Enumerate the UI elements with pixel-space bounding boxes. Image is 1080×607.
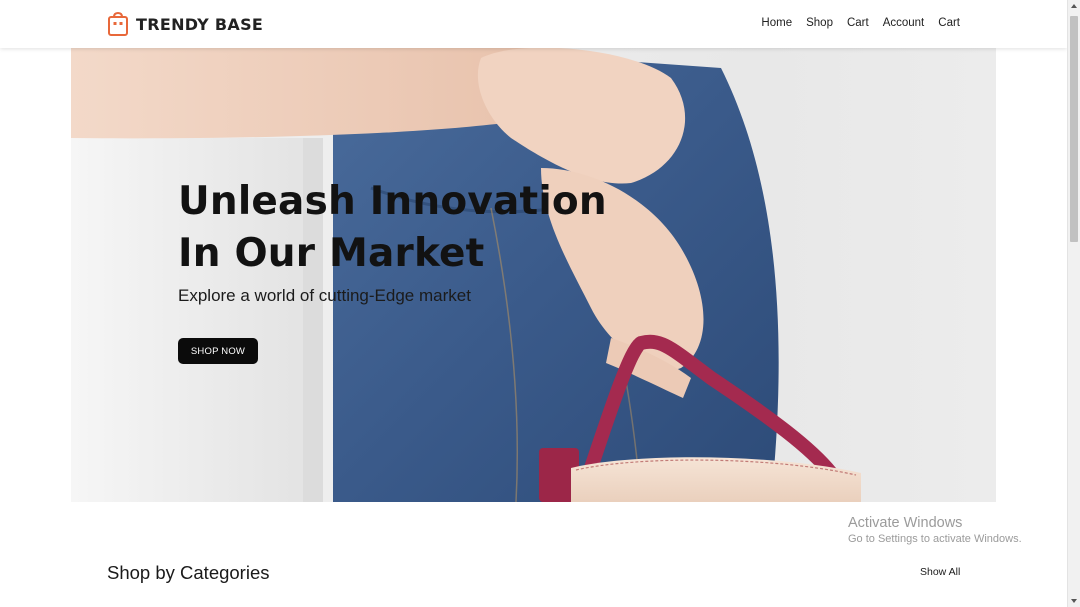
scroll-up-arrow-icon[interactable]	[1071, 4, 1077, 8]
hero-title-line-1: Unleash Innovation	[178, 179, 607, 224]
hero-subtitle: Explore a world of cutting-Edge market	[178, 286, 471, 305]
hero-title: Unleash Innovation In Our Market	[178, 176, 607, 280]
show-all-link[interactable]: Show All	[920, 566, 960, 578]
nav-home[interactable]: Home	[761, 17, 792, 29]
nav-shop[interactable]: Shop	[806, 17, 833, 29]
nav-cart[interactable]: Cart	[847, 17, 869, 29]
main-nav: Home Shop Cart Account Cart	[761, 17, 960, 29]
windows-activation-watermark: Activate Windows Go to Settings to activ…	[848, 515, 1022, 545]
scroll-down-arrow-icon[interactable]	[1071, 599, 1077, 603]
shopping-bag-icon	[108, 12, 128, 36]
shop-now-button[interactable]: SHOP NOW	[178, 338, 258, 364]
watermark-subtitle: Go to Settings to activate Windows.	[848, 533, 1022, 545]
brand[interactable]: TRENDY BASE	[107, 12, 263, 36]
watermark-title: Activate Windows	[848, 515, 963, 531]
page: TRENDY BASE Home Shop Cart Account Cart	[0, 0, 1080, 607]
brand-name: TRENDY BASE	[136, 14, 264, 34]
hero-banner: Unleash Innovation In Our Market Explore…	[71, 48, 996, 502]
scroll-thumb[interactable]	[1070, 16, 1078, 242]
categories-title: Shop by Categories	[107, 562, 270, 583]
site-header: TRENDY BASE Home Shop Cart Account Cart	[0, 0, 1067, 48]
nav-account[interactable]: Account	[883, 17, 925, 29]
page-scrollbar[interactable]	[1067, 0, 1080, 607]
nav-cart-secondary[interactable]: Cart	[938, 17, 960, 29]
hero-title-line-2: In Our Market	[178, 231, 485, 276]
